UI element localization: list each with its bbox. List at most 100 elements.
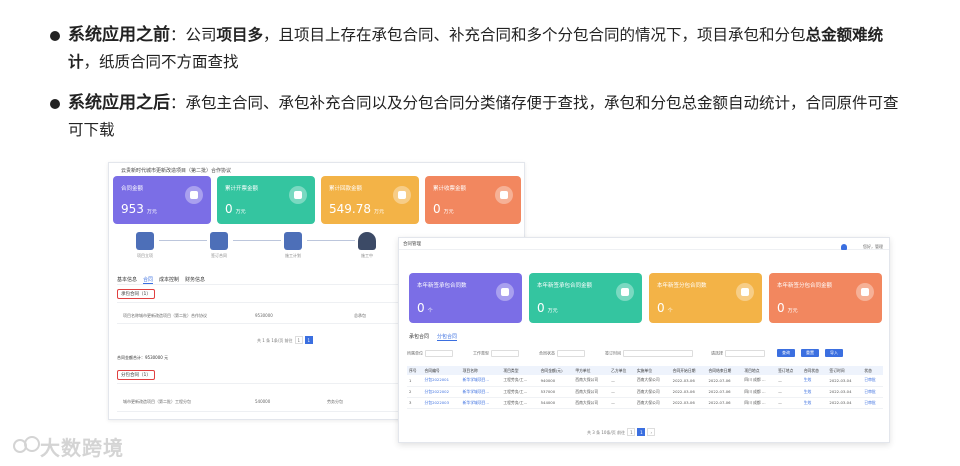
filter-extra[interactable]: 请选择 xyxy=(711,350,765,357)
watermark-text: 大数跨境 xyxy=(40,436,124,460)
work-type-select[interactable] xyxy=(491,350,519,357)
tab-contract[interactable]: 合同 xyxy=(143,277,154,284)
value-unit: 个 xyxy=(667,308,673,314)
tab-main-contract[interactable]: 承包合同 xyxy=(409,334,429,340)
cell: 537000 xyxy=(538,386,574,398)
card-value: 0 万元 xyxy=(777,301,798,315)
page-1[interactable]: 1 xyxy=(294,336,303,344)
new-main-contract-count-card[interactable]: 本年新签承包合同数 0个 xyxy=(409,273,522,323)
filter-status[interactable]: 合同状态 xyxy=(539,350,585,357)
search-button[interactable]: 查询 xyxy=(777,349,795,357)
extra-select[interactable] xyxy=(725,350,765,357)
cell: 四川 成都 ... xyxy=(742,397,777,409)
card-label: 合同金额 xyxy=(121,186,144,192)
bullet-dot xyxy=(50,99,60,109)
card-label: 本年新签承包合同数 xyxy=(417,283,467,289)
emphasis-text: 项目多 xyxy=(216,26,264,44)
pagination[interactable]: 共 3 条 10条/页 前往 1 1 › xyxy=(587,428,656,436)
pagination[interactable]: 共 1 条 1条/页 前往 11 xyxy=(257,336,314,344)
date-range-picker[interactable] xyxy=(623,350,693,357)
column-header: 项目类型 xyxy=(501,366,539,375)
column-header: 签订时间 xyxy=(827,366,863,375)
import-button[interactable]: 导入 xyxy=(825,349,843,357)
cell: 2022-03-06 xyxy=(670,397,707,409)
project-name-link[interactable]: 新华学城项目... xyxy=(460,386,502,398)
bullet-after: 系统应用之后：承包主合同、承包补充合同以及分包合同分类储存便于查找，承包和分包总… xyxy=(50,90,900,144)
bullet-after-heading: 系统应用之后 xyxy=(68,93,170,113)
contract-row-name[interactable]: 项目名称城市更新改造项目（第二批）合作协议 xyxy=(123,313,207,319)
sub-contract-group[interactable]: 分包合同（1） xyxy=(117,370,155,380)
column-header: 合同开始日期 xyxy=(670,366,707,375)
cell: — xyxy=(609,397,635,409)
cell: 2022-07-06 xyxy=(706,375,743,387)
value-unit: 个 xyxy=(427,308,433,314)
project-name-link[interactable]: 新华学城项目... xyxy=(460,375,502,387)
next-page[interactable]: › xyxy=(647,428,656,436)
column-header: 合同金额(元) xyxy=(538,366,574,375)
filter-unit[interactable]: 所属单位 xyxy=(407,350,453,357)
cell: 工程劳务/工... xyxy=(501,375,539,387)
tab-cost-control[interactable]: 成本控制 xyxy=(159,277,179,283)
contract-number-link[interactable]: 分包2022003 xyxy=(422,397,461,409)
page-current[interactable]: 1 xyxy=(304,336,313,344)
status-link[interactable]: 生效 xyxy=(801,397,828,409)
page-1[interactable]: 1 xyxy=(627,428,636,436)
certificate-icon xyxy=(496,283,514,301)
page-title: 合同管理 xyxy=(403,242,421,247)
status-link[interactable]: 生效 xyxy=(801,375,828,387)
new-main-contract-amount-card[interactable]: 本年新签承包合同金额 0 万元 xyxy=(529,273,642,323)
status-link[interactable]: 生效 xyxy=(801,386,828,398)
cell: — xyxy=(609,375,635,387)
new-sub-contract-count-card[interactable]: 本年新签分包合同数 0个 xyxy=(649,273,762,323)
table-row[interactable]: 3 分包2022003 新华学城项目... 工程劳务/工... 544000 西… xyxy=(407,397,883,409)
status-select[interactable] xyxy=(557,350,585,357)
contract-amount-card[interactable]: 合同金额 953 万元 xyxy=(113,176,211,224)
app-header: 合同管理 您好，管理 xyxy=(399,238,889,250)
plan-document-icon xyxy=(284,232,302,250)
filter-sign-date[interactable]: 签订时间 xyxy=(605,350,693,357)
payment-received-card[interactable]: 累计回款金额 549.78 万元 xyxy=(321,176,419,224)
contract-number-link[interactable]: 分包2022002 xyxy=(422,386,461,398)
page-current[interactable]: 1 xyxy=(637,428,646,436)
column-header: 项目地点 xyxy=(742,366,777,375)
contract-number-link[interactable]: 分包2022001 xyxy=(422,375,461,387)
text-segment: ，纸质合同不方面查找 xyxy=(83,53,239,71)
contract-row-type: 总承包 xyxy=(354,313,366,318)
card-label: 累计开票金额 xyxy=(225,186,259,192)
step-item: 项目立项 xyxy=(125,232,165,259)
reset-button[interactable]: 重置 xyxy=(801,349,819,357)
filter-work-type[interactable]: 工作类型 xyxy=(473,350,519,357)
bullet-before-text: 系统应用之前：公司项目多，且项目上存在承包合同、补充合同和多个分包合同的情况下，… xyxy=(50,22,900,76)
subcontract-row-amount: 540000 xyxy=(255,399,271,404)
cell: 2022-07-06 xyxy=(706,386,743,398)
value-number: 0 xyxy=(433,202,441,216)
approval-link[interactable]: 已审批 xyxy=(862,386,883,398)
tab-sub-contract[interactable]: 分包合同 xyxy=(437,334,458,341)
text-segment: 公司 xyxy=(185,26,217,44)
filter-label: 签订时间 xyxy=(605,350,621,356)
invoice-amount-card[interactable]: 累计开票金额 0 万元 xyxy=(217,176,315,224)
unit-select[interactable] xyxy=(425,350,453,357)
step-item: 施工计划 xyxy=(273,232,313,259)
watermark-logo-icon xyxy=(13,436,40,453)
subcontract-row-name[interactable]: 城市更新改造项目（第二批）工程分包 xyxy=(123,399,191,405)
subtotal-text: 合同金额合计：9530000 元 xyxy=(117,355,169,360)
contract-table: 序号 合同编号 项目名称 项目类型 合同金额(元) 甲方单位 乙方单位 实施单位… xyxy=(407,366,883,409)
table-row[interactable]: 1 分包2022001 新华学城项目... 工程劳务/工... 940000 西… xyxy=(407,375,883,387)
new-sub-contract-amount-card[interactable]: 本年新签分包合同金额 0 万元 xyxy=(769,273,882,323)
project-name-link[interactable]: 新华学城项目... xyxy=(460,397,502,409)
main-contract-group[interactable]: 承包合同（1） xyxy=(117,289,155,299)
step-item: 施工中 xyxy=(347,232,387,259)
tab-finance-info[interactable]: 财务信息 xyxy=(185,277,205,283)
received-invoice-card[interactable]: 累计收票金额 0 万元 xyxy=(425,176,521,224)
table-row[interactable]: 2 分包2022002 新华学城项目... 工程劳务/工... 537000 西… xyxy=(407,386,883,398)
card-label: 累计回款金额 xyxy=(329,186,363,192)
approval-link[interactable]: 已审批 xyxy=(862,375,883,387)
value-unit: 万元 xyxy=(374,209,385,215)
user-greeting[interactable]: 您好，管理 xyxy=(863,244,883,250)
approval-link[interactable]: 已审批 xyxy=(862,397,883,409)
step-label: 施工计划 xyxy=(285,253,301,258)
cell: 2022-03-04 xyxy=(827,386,863,398)
bell-icon[interactable] xyxy=(841,244,847,250)
tab-basic-info[interactable]: 基本信息 xyxy=(117,277,137,283)
